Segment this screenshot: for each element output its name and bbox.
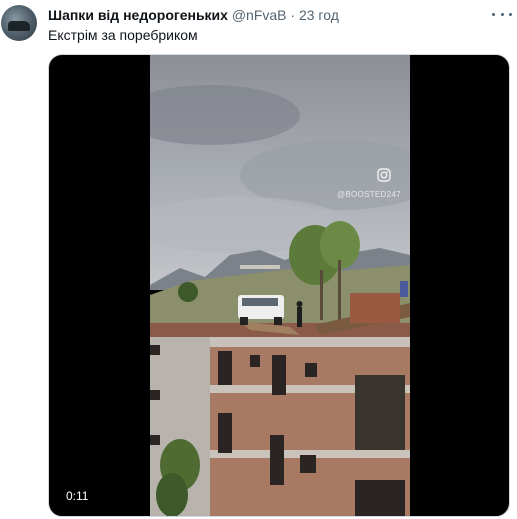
video-player[interactable]: @BOOSTED247 0:11 bbox=[48, 54, 510, 517]
video-watermark: @BOOSTED247 bbox=[337, 190, 401, 199]
tweet-header: Шапки від недорогеньких @nFvaB · 23 год bbox=[48, 7, 339, 23]
video-frame[interactable]: @BOOSTED247 bbox=[150, 55, 410, 516]
instagram-icon bbox=[377, 168, 391, 182]
video-duration: 0:11 bbox=[63, 488, 92, 504]
display-name[interactable]: Шапки від недорогеньких bbox=[48, 7, 228, 23]
handle-and-time[interactable]: @nFvaB · 23 год bbox=[232, 7, 339, 23]
avatar[interactable] bbox=[1, 5, 37, 41]
tweet-text: Екстрім за поребриком bbox=[48, 27, 198, 43]
more-icon[interactable] bbox=[492, 6, 512, 22]
